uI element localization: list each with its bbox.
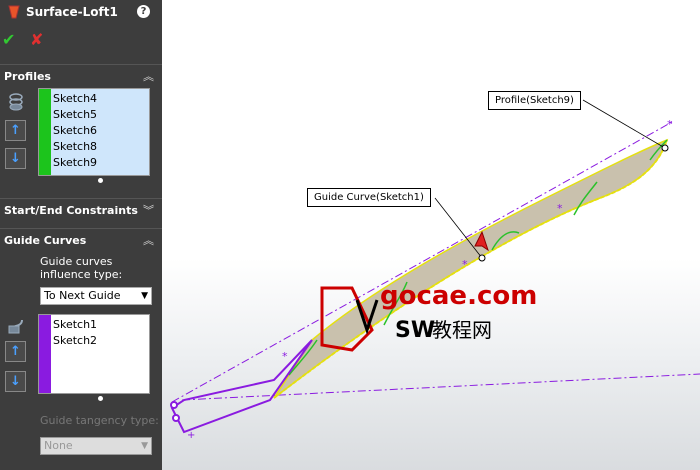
watermark-sub-latin: SW <box>395 318 435 343</box>
profiles-section-header[interactable]: Profiles ︽ <box>0 64 162 86</box>
guide-callout-anchor[interactable] <box>478 254 486 262</box>
profile-item-sketch9[interactable]: Sketch9 <box>53 155 147 171</box>
tangency-type-select[interactable]: None ▼ <box>40 437 152 455</box>
sketch-marker: + <box>187 430 195 441</box>
profile-callout[interactable]: Profile(Sketch9) <box>488 91 581 110</box>
dropdown-arrow-icon: ▼ <box>141 291 148 301</box>
guide-curve-callout[interactable]: Guide Curve(Sketch1) <box>307 188 431 207</box>
profiles-resize-handle[interactable] <box>98 178 103 183</box>
profile-item-sketch8[interactable]: Sketch8 <box>53 139 147 155</box>
influence-type-value: To Next Guide <box>44 289 121 302</box>
property-manager-panel: Surface-Loft1 ? ✔ ✘ Profiles ︽ ↑ ↓ Sketc… <box>0 0 162 470</box>
expand-down-icon[interactable]: ︾ <box>143 202 154 218</box>
ok-button[interactable]: ✔ <box>2 30 15 49</box>
influence-type-label: Guide curves influence type: <box>40 255 123 281</box>
move-profile-down-button[interactable]: ↓ <box>5 148 26 169</box>
profiles-color-bar <box>39 89 51 175</box>
loft-surface-model: * * * * + gocae.com SW 教程网 <box>170 99 700 441</box>
guide-item-sketch2[interactable]: Sketch2 <box>53 333 147 349</box>
loft-feature-icon <box>8 5 20 19</box>
tangency-type-label: Guide tangency type: <box>40 414 159 427</box>
guide-curves-header-label: Guide Curves <box>4 234 87 247</box>
sketch-marker: * <box>462 258 468 271</box>
sketch-point <box>172 414 180 422</box>
profile-callout-leader <box>582 99 666 149</box>
watermark-url: gocae.com <box>380 281 537 311</box>
cancel-button[interactable]: ✘ <box>30 30 43 49</box>
centerline-2 <box>181 373 700 401</box>
collapse-up-icon[interactable]: ︽ <box>143 68 154 84</box>
profiles-list[interactable]: Sketch4 Sketch5 Sketch6 Sketch8 Sketch9 <box>38 88 150 176</box>
sketch-marker: * <box>557 202 563 215</box>
sketch-marker: * <box>667 118 673 131</box>
guide-item-sketch1[interactable]: Sketch1 <box>53 317 147 333</box>
guide-curve-icon <box>8 319 23 334</box>
move-guide-up-button[interactable]: ↑ <box>5 341 26 362</box>
sketch-marker: * <box>282 350 288 363</box>
guide-curves-list[interactable]: Sketch1 Sketch2 <box>38 314 150 394</box>
guide-curves-section-header[interactable]: Guide Curves ︽ <box>0 228 162 250</box>
tangency-type-value: None <box>44 439 73 452</box>
start-end-section-header[interactable]: Start/End Constraints ︾ <box>0 198 162 220</box>
influence-type-select[interactable]: To Next Guide ▼ <box>40 287 152 305</box>
profile-stack-icon <box>9 93 23 111</box>
dropdown-arrow-icon: ▼ <box>141 441 148 451</box>
move-guide-down-button[interactable]: ↓ <box>5 371 26 392</box>
watermark-sub-cjk: 教程网 <box>432 318 492 342</box>
panel-titlebar: Surface-Loft1 ? <box>0 0 162 26</box>
guides-resize-handle[interactable] <box>98 396 103 401</box>
profiles-header-label: Profiles <box>4 70 51 83</box>
collapse-up-icon[interactable]: ︽ <box>143 232 154 248</box>
guides-color-bar <box>39 315 51 393</box>
centerline-1 <box>171 121 673 403</box>
loft-surface[interactable] <box>273 138 669 399</box>
help-icon[interactable]: ? <box>137 5 150 18</box>
move-profile-up-button[interactable]: ↑ <box>5 120 26 141</box>
profile-item-sketch4[interactable]: Sketch4 <box>53 91 147 107</box>
profile-item-sketch5[interactable]: Sketch5 <box>53 107 147 123</box>
profile-callout-anchor[interactable] <box>661 144 669 152</box>
profile-item-sketch6[interactable]: Sketch6 <box>53 123 147 139</box>
graphics-viewport[interactable]: * * * * + gocae.com SW 教程网 Guide Curve(S… <box>162 0 700 470</box>
sketch-point <box>170 401 178 409</box>
start-end-header-label: Start/End Constraints <box>4 204 138 217</box>
panel-title: Surface-Loft1 <box>26 5 118 19</box>
